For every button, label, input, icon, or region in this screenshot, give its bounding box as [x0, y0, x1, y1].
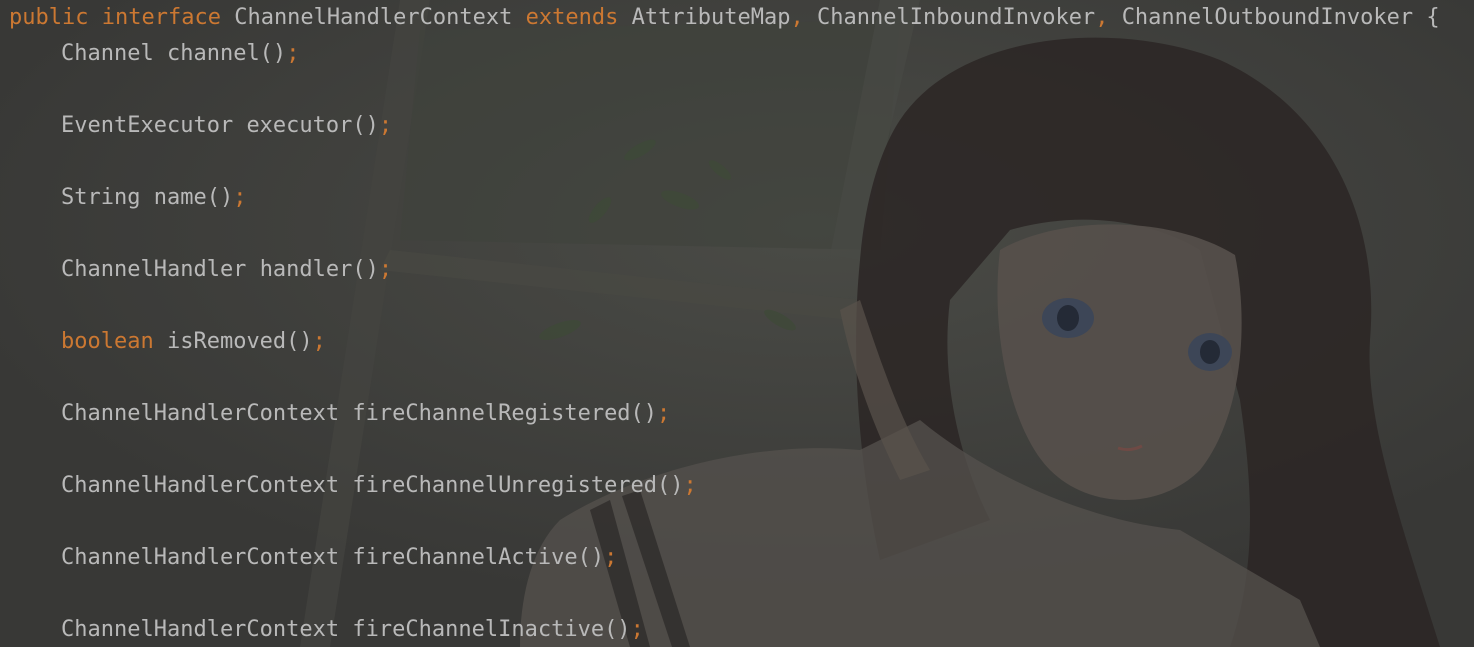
keyword-interface: interface	[101, 5, 221, 30]
method-name: fireChannelInactive()	[352, 617, 631, 642]
return-type: ChannelHandler	[61, 257, 247, 282]
semicolon: ;	[378, 113, 393, 138]
method-name: name()	[153, 185, 234, 210]
return-type: Channel	[61, 41, 154, 66]
keyword-extends: extends	[525, 5, 619, 30]
parent-type-attributemap: AttributeMap	[631, 5, 791, 30]
code-line-method: boolean isRemoved();	[9, 324, 1440, 360]
semicolon: ;	[683, 473, 697, 498]
parent-type-outbound-invoker: ChannelOutboundInvoker	[1121, 5, 1414, 30]
parent-type-inbound-invoker: ChannelInboundInvoker	[817, 5, 1096, 30]
semicolon: ;	[630, 617, 644, 642]
code-editor[interactable]: public interface ChannelHandlerContext e…	[0, 0, 1474, 647]
comma: ,	[1095, 5, 1109, 30]
code-text[interactable]: public interface ChannelHandlerContext e…	[9, 0, 1440, 647]
method-name: fireChannelUnregistered()	[352, 473, 684, 498]
interface-declaration-line: public interface ChannelHandlerContext e…	[9, 0, 1440, 36]
semicolon: ;	[312, 329, 326, 354]
code-line-method: ChannelHandlerContext fireChannelInactiv…	[9, 612, 1440, 647]
return-type: ChannelHandlerContext	[61, 401, 340, 426]
method-name: handler()	[259, 257, 379, 282]
method-name: isRemoved()	[166, 329, 313, 354]
return-type: ChannelHandlerContext	[61, 617, 340, 642]
semicolon: ;	[604, 545, 618, 570]
method-name: executor()	[246, 113, 379, 138]
return-type: ChannelHandlerContext	[61, 545, 340, 570]
keyword-public: public	[9, 5, 89, 30]
semicolon: ;	[233, 185, 247, 210]
return-type-keyword: boolean	[61, 329, 154, 354]
code-line-method: ChannelHandlerContext fireChannelRegiste…	[9, 396, 1440, 432]
code-line-method: ChannelHandlerContext fireChannelActive(…	[9, 540, 1440, 576]
code-line-method: ChannelHandler handler();	[9, 252, 1440, 288]
code-line-method: EventExecutor executor();	[9, 108, 1440, 144]
return-type: EventExecutor	[61, 113, 234, 138]
semicolon: ;	[378, 257, 393, 282]
return-type: String	[61, 185, 141, 210]
method-name: channel()	[166, 41, 287, 66]
semicolon: ;	[657, 401, 671, 426]
method-name: fireChannelActive()	[352, 545, 605, 570]
code-line-method: ChannelHandlerContext fireChannelUnregis…	[9, 468, 1440, 504]
comma: ,	[790, 5, 804, 30]
semicolon: ;	[286, 41, 300, 66]
code-line-method: String name();	[9, 180, 1440, 216]
open-brace: {	[1426, 5, 1440, 30]
return-type: ChannelHandlerContext	[61, 473, 340, 498]
code-line-method: Channel channel();	[9, 36, 1440, 72]
method-name: fireChannelRegistered()	[352, 401, 658, 426]
interface-name: ChannelHandlerContext	[234, 5, 513, 30]
